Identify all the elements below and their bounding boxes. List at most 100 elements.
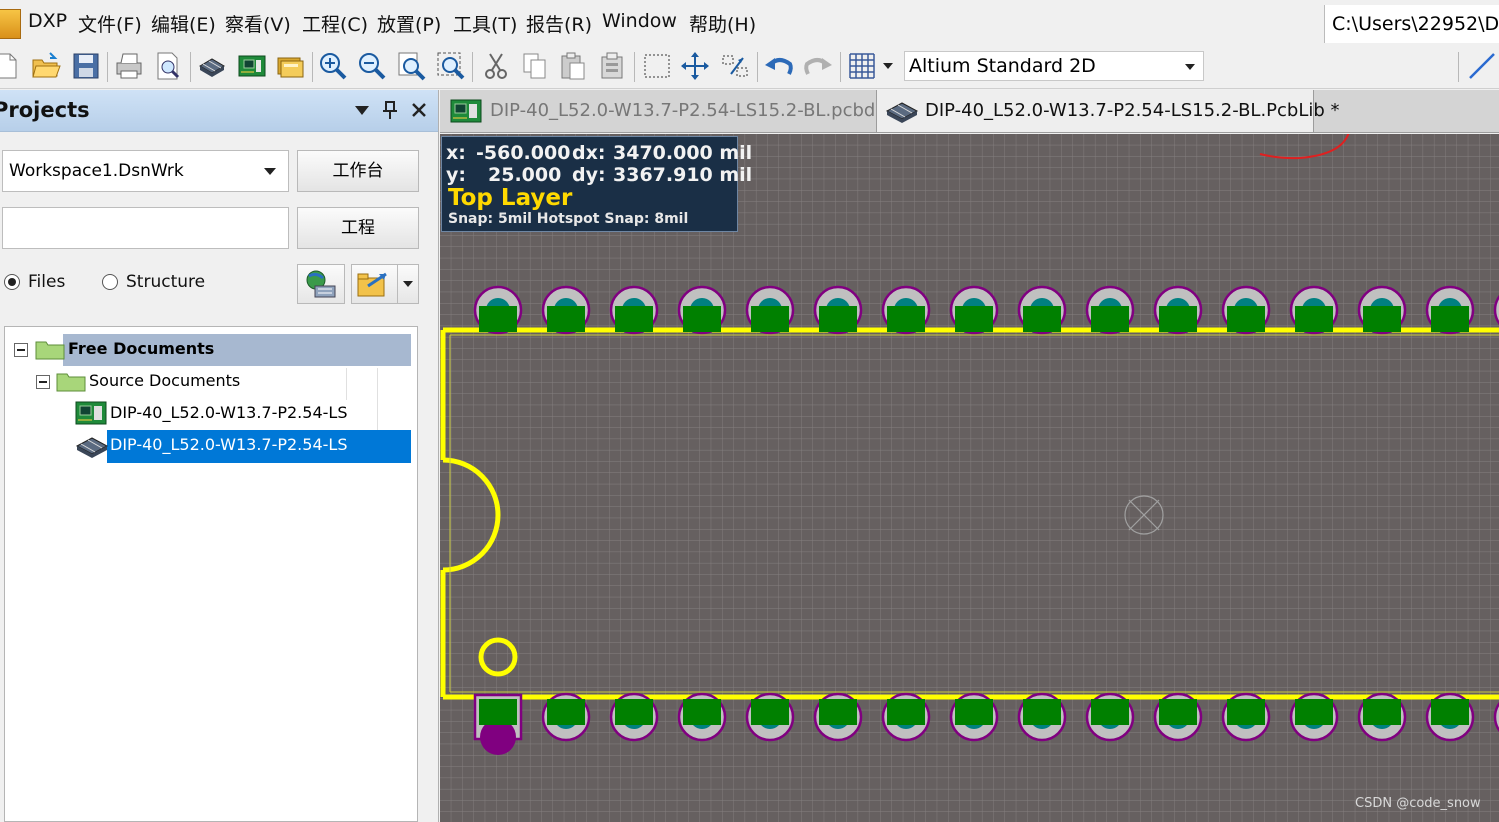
projects-panel-header: Projects (0, 90, 438, 132)
undo-icon[interactable] (763, 50, 795, 82)
pad[interactable] (1357, 692, 1407, 742)
pad[interactable] (1289, 692, 1339, 742)
pad[interactable] (1425, 285, 1475, 335)
pad[interactable] (949, 285, 999, 335)
collapse-root-icon[interactable] (14, 343, 28, 357)
snap-info: Snap: 5mil Hotspot Snap: 8mil (448, 211, 689, 227)
project-button[interactable]: 工程 (297, 207, 419, 249)
tree-root-label[interactable]: Free Documents (68, 339, 214, 358)
pad[interactable] (541, 285, 591, 335)
line-tool-icon[interactable] (1466, 50, 1498, 82)
workspace-select[interactable]: Workspace1.DsnWrk (2, 150, 289, 192)
paste-icon[interactable] (557, 50, 589, 82)
pad[interactable] (813, 285, 863, 335)
cut-icon[interactable] (480, 50, 512, 82)
view-mode-value: Altium Standard 2D (909, 55, 1096, 77)
print-icon[interactable] (113, 50, 145, 82)
y-label: y: (446, 164, 466, 186)
pcb-board-icon[interactable] (236, 50, 268, 82)
chevron-down-icon (1185, 64, 1195, 70)
move-icon[interactable] (679, 50, 711, 82)
files-radio[interactable] (4, 274, 20, 290)
select-area-icon[interactable] (641, 50, 673, 82)
pad[interactable] (541, 692, 591, 742)
pad[interactable] (1017, 285, 1067, 335)
component-icon[interactable] (196, 50, 228, 82)
menu-edit[interactable]: 编辑(E) (151, 10, 216, 37)
close-icon[interactable] (409, 100, 429, 120)
new-file-icon[interactable] (0, 50, 22, 82)
pad[interactable] (745, 285, 795, 335)
pad[interactable] (473, 285, 523, 335)
pad[interactable] (1017, 692, 1067, 742)
pad[interactable] (1221, 692, 1271, 742)
folder-stack-icon[interactable] (275, 50, 307, 82)
y-value: 25.000 (488, 164, 562, 186)
x-label: x: (446, 142, 466, 164)
print-preview-icon[interactable] (152, 50, 184, 82)
pad[interactable] (1289, 285, 1339, 335)
menu-dxp[interactable]: DXP (28, 10, 67, 32)
menu-tools[interactable]: 工具(T) (453, 10, 517, 37)
tree-item-pcblib[interactable]: DIP-40_L52.0-W13.7-P2.54-LS15.2-BL.PcbLi… (110, 435, 347, 454)
cross-select-icon[interactable] (719, 50, 751, 82)
pin-icon[interactable] (380, 100, 400, 120)
save-icon[interactable] (70, 50, 102, 82)
project-field[interactable] (2, 207, 289, 249)
pad[interactable] (1357, 285, 1407, 335)
pcb-editor-canvas[interactable] (440, 134, 1499, 822)
rubber-stamp-icon[interactable] (597, 50, 629, 82)
menu-window[interactable]: Window (602, 10, 677, 32)
menu-project[interactable]: 工程(C) (302, 10, 368, 37)
grid-icon[interactable] (846, 50, 878, 82)
dxp-logo-icon[interactable] (0, 9, 21, 39)
menu-file[interactable]: 文件(F) (78, 10, 142, 37)
pad[interactable] (1153, 285, 1203, 335)
folder-icon (35, 341, 65, 360)
zoom-in-icon[interactable] (317, 50, 349, 82)
zoom-fit-icon[interactable] (396, 50, 428, 82)
tree-group-label[interactable]: Source Documents (89, 371, 240, 390)
pad[interactable] (677, 285, 727, 335)
watermark: CSDN @code_snow (1355, 796, 1481, 811)
pad[interactable] (1153, 692, 1203, 742)
pad[interactable] (609, 285, 659, 335)
pad[interactable] (609, 692, 659, 742)
pad[interactable] (745, 692, 795, 742)
dy-value: 3367.910 mil (613, 164, 753, 186)
document-path-field[interactable]: C:\Users\22952\Des (1324, 5, 1499, 43)
open-folder-icon[interactable] (30, 50, 62, 82)
pad[interactable] (1221, 285, 1271, 335)
menu-place[interactable]: 放置(P) (377, 10, 441, 37)
tab-pcbdoc[interactable]: DIP-40_L52.0-W13.7-P2.54-LS15.2-BL.pcbdo… (440, 90, 896, 132)
pad[interactable] (677, 692, 727, 742)
pad[interactable] (1425, 692, 1475, 742)
files-radio-label[interactable]: Files (28, 272, 65, 292)
copy-icon[interactable] (519, 50, 551, 82)
refresh-project-button[interactable] (297, 264, 345, 304)
menu-help[interactable]: 帮助(H) (689, 10, 756, 37)
pad[interactable] (949, 692, 999, 742)
view-mode-select[interactable]: Altium Standard 2D (904, 51, 1204, 81)
structure-radio[interactable] (102, 274, 118, 290)
collapse-group-icon[interactable] (36, 375, 50, 389)
workspace-button[interactable]: 工作台 (297, 150, 419, 192)
pcblib-document-icon (75, 437, 109, 458)
menu-reports[interactable]: 报告(R) (526, 10, 592, 37)
pad[interactable] (813, 692, 863, 742)
redo-icon[interactable] (802, 50, 834, 82)
tab-pcblib[interactable]: DIP-40_L52.0-W13.7-P2.54-LS15.2-BL.PcbLi… (876, 90, 1340, 132)
zoom-out-icon[interactable] (356, 50, 388, 82)
pad[interactable] (1085, 285, 1135, 335)
grid-dropdown-arrow-icon[interactable] (883, 63, 893, 69)
pad[interactable] (881, 692, 931, 742)
structure-radio-label[interactable]: Structure (126, 272, 205, 292)
pad[interactable] (881, 285, 931, 335)
project-options-button[interactable] (351, 264, 419, 304)
menu-view[interactable]: 察看(V) (225, 10, 291, 37)
project-tree[interactable]: Free Documents Source Documents DIP-40_L… (4, 326, 418, 822)
zoom-area-icon[interactable] (435, 50, 467, 82)
tree-item-pcbdoc[interactable]: DIP-40_L52.0-W13.7-P2.54-LS15.2-BL.pcbdo… (110, 403, 347, 422)
pad[interactable] (1085, 692, 1135, 742)
panel-menu-icon[interactable] (352, 100, 372, 120)
